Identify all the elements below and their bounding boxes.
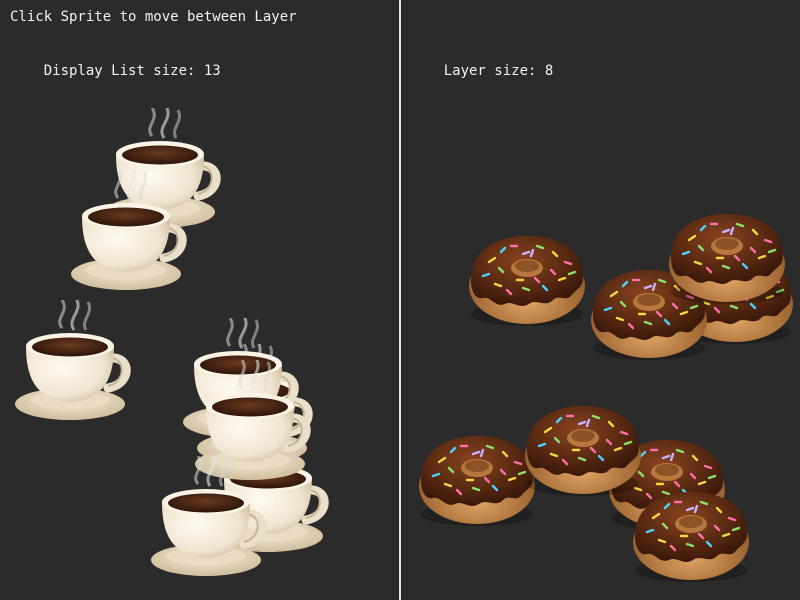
layer-size-caption: Layer size: <box>443 63 537 79</box>
instruction-label: Click Sprite to move between Layer <box>10 9 297 25</box>
display-list-size-caption: Display List size: <box>43 63 196 79</box>
layer-size-label: Layer size: 8 <box>410 47 554 95</box>
coffee-cup-icon[interactable] <box>14 300 138 424</box>
display-list-panel: Click Sprite to move between Layer Displ… <box>0 0 399 600</box>
chocolate-donut-icon[interactable] <box>467 228 587 328</box>
coffee-cup-icon[interactable] <box>70 170 194 294</box>
display-list-size-value: 13 <box>203 63 221 79</box>
display-list-size-label: Display List size: 13 <box>10 47 221 95</box>
chocolate-donut-icon[interactable] <box>523 398 643 498</box>
chocolate-donut-icon[interactable] <box>417 428 537 528</box>
layer-size-value: 8 <box>544 63 554 79</box>
coffee-cup-icon[interactable] <box>150 456 274 580</box>
layer-panel: Layer size: 8 <box>401 0 800 600</box>
chocolate-donut-icon[interactable] <box>667 206 787 306</box>
chocolate-donut-icon[interactable] <box>631 484 751 584</box>
